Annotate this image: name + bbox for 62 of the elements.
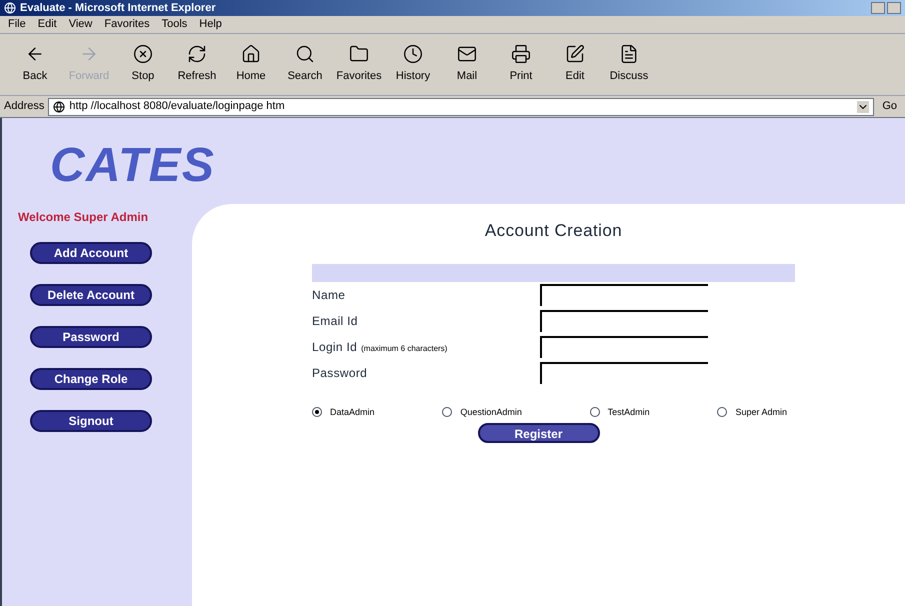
field-label: Email Id bbox=[312, 312, 358, 330]
input-field[interactable] bbox=[540, 336, 708, 358]
radio-label: QuestionAdmin bbox=[460, 406, 522, 419]
folder-icon bbox=[349, 44, 369, 64]
house-icon bbox=[241, 44, 261, 64]
toolbar-button[interactable]: History bbox=[386, 44, 440, 85]
nav-button[interactable]: Delete Account bbox=[30, 284, 152, 306]
input-field[interactable] bbox=[540, 284, 708, 306]
toolbar-button[interactable]: Search bbox=[278, 44, 332, 85]
address-label: Address bbox=[4, 99, 44, 114]
window-title: Evaluate - Microsoft Internet Explorer bbox=[20, 0, 216, 16]
toolbar-button[interactable]: Favorites bbox=[332, 44, 386, 85]
radio-button[interactable] bbox=[312, 407, 322, 418]
stop-icon bbox=[133, 44, 153, 64]
mail-icon bbox=[457, 44, 477, 64]
go-button[interactable]: Go bbox=[878, 98, 901, 115]
menu-item[interactable]: Edit bbox=[38, 16, 57, 33]
toolbar-button[interactable]: Mail bbox=[440, 44, 494, 85]
menu-item[interactable]: Tools bbox=[162, 16, 188, 33]
document-icon bbox=[619, 44, 639, 64]
address-field[interactable]: http //localhost 8080/evaluate/loginpage htm bbox=[48, 98, 874, 116]
toolbar-button[interactable]: Back bbox=[8, 44, 62, 85]
form-title: Account Creation bbox=[484, 220, 622, 242]
field-label: Login Id bbox=[312, 338, 358, 356]
toolbar-button[interactable]: Edit bbox=[548, 44, 602, 85]
minimize-button[interactable] bbox=[871, 2, 885, 14]
nav-button[interactable]: Add Account bbox=[30, 242, 152, 264]
input-field[interactable] bbox=[540, 310, 708, 332]
radio-button[interactable] bbox=[717, 407, 728, 418]
page-icon bbox=[53, 100, 66, 112]
register-button[interactable]: Register bbox=[478, 423, 600, 443]
dropdown-icon[interactable] bbox=[857, 100, 870, 112]
search-icon bbox=[295, 44, 315, 64]
toolbar-button[interactable]: Discuss bbox=[602, 44, 656, 85]
menu-item[interactable]: View bbox=[68, 16, 92, 33]
nav-button[interactable]: Password bbox=[30, 326, 152, 348]
radio-button[interactable] bbox=[442, 407, 452, 418]
field-hint: (maximum 6 characters) bbox=[361, 342, 448, 354]
toolbar-button[interactable]: Refresh bbox=[170, 44, 224, 85]
toolbar-button[interactable]: Print bbox=[494, 44, 548, 85]
nav-button[interactable]: Change Role bbox=[30, 368, 152, 390]
logo: CATES bbox=[50, 138, 216, 194]
refresh-icon bbox=[187, 44, 207, 64]
toolbar-button[interactable]: Home bbox=[224, 44, 278, 85]
welcome-text: Welcome Super Admin bbox=[18, 209, 150, 226]
toolbar-button[interactable]: Stop bbox=[116, 44, 170, 85]
menu-item[interactable]: File bbox=[8, 16, 26, 33]
input-field[interactable] bbox=[540, 362, 708, 384]
radio-button[interactable] bbox=[590, 407, 600, 418]
clock-icon bbox=[403, 44, 423, 64]
pen-icon bbox=[565, 44, 585, 64]
menu-item[interactable]: Favorites bbox=[104, 16, 150, 33]
radio-label: TestAdmin bbox=[608, 406, 650, 418]
field-label: Name bbox=[312, 286, 346, 304]
radio-label: DataAdmin bbox=[330, 406, 375, 418]
menu-item[interactable]: Help bbox=[199, 16, 222, 33]
browser-icon bbox=[4, 2, 16, 14]
radio-label: Super Admin bbox=[735, 406, 787, 419]
nav-button[interactable]: Signout bbox=[30, 410, 152, 432]
field-label: Password bbox=[312, 364, 368, 382]
printer-icon bbox=[511, 44, 531, 64]
maximize-button[interactable] bbox=[887, 2, 901, 14]
